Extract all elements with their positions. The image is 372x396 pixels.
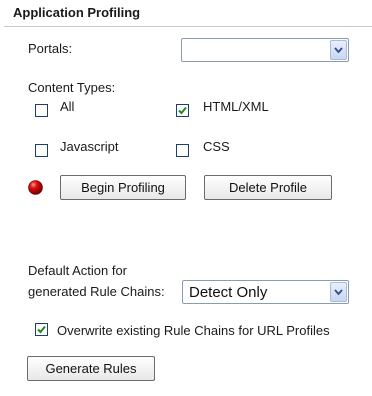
checkbox-html-xml[interactable] [176, 104, 189, 117]
checkbox-all-label: All [60, 99, 75, 114]
checkbox-overwrite[interactable] [35, 323, 48, 336]
chevron-down-icon[interactable] [330, 40, 347, 60]
content-types-label: Content Types: [28, 80, 116, 95]
checkmark-icon [178, 106, 187, 115]
checkbox-html-xml-label: HTML/XML [203, 99, 269, 114]
checkmark-icon [37, 325, 46, 334]
portals-label: Portals: [28, 41, 73, 56]
section-divider [4, 26, 372, 27]
begin-profiling-button[interactable]: Begin Profiling [60, 175, 186, 200]
default-action-label-line1: Default Action for [28, 263, 127, 278]
checkbox-css[interactable] [176, 144, 189, 157]
section-title: Application Profiling [13, 5, 141, 20]
checkbox-all[interactable] [35, 104, 48, 117]
checkbox-javascript-label: Javascript [60, 139, 119, 154]
chevron-down-icon[interactable] [330, 282, 347, 302]
default-action-label-line2: generated Rule Chains: [28, 284, 165, 299]
portals-select[interactable] [181, 38, 349, 62]
checkbox-overwrite-label: Overwrite existing Rule Chains for URL P… [57, 323, 330, 338]
default-action-select-value: Detect Only [189, 284, 268, 301]
checkbox-css-label: CSS [203, 139, 230, 154]
generate-rules-button[interactable]: Generate Rules [27, 356, 155, 381]
checkbox-javascript[interactable] [35, 144, 48, 157]
default-action-select[interactable]: Detect Only [182, 280, 349, 304]
status-indicator-icon [28, 180, 43, 195]
delete-profile-button[interactable]: Delete Profile [204, 175, 332, 200]
